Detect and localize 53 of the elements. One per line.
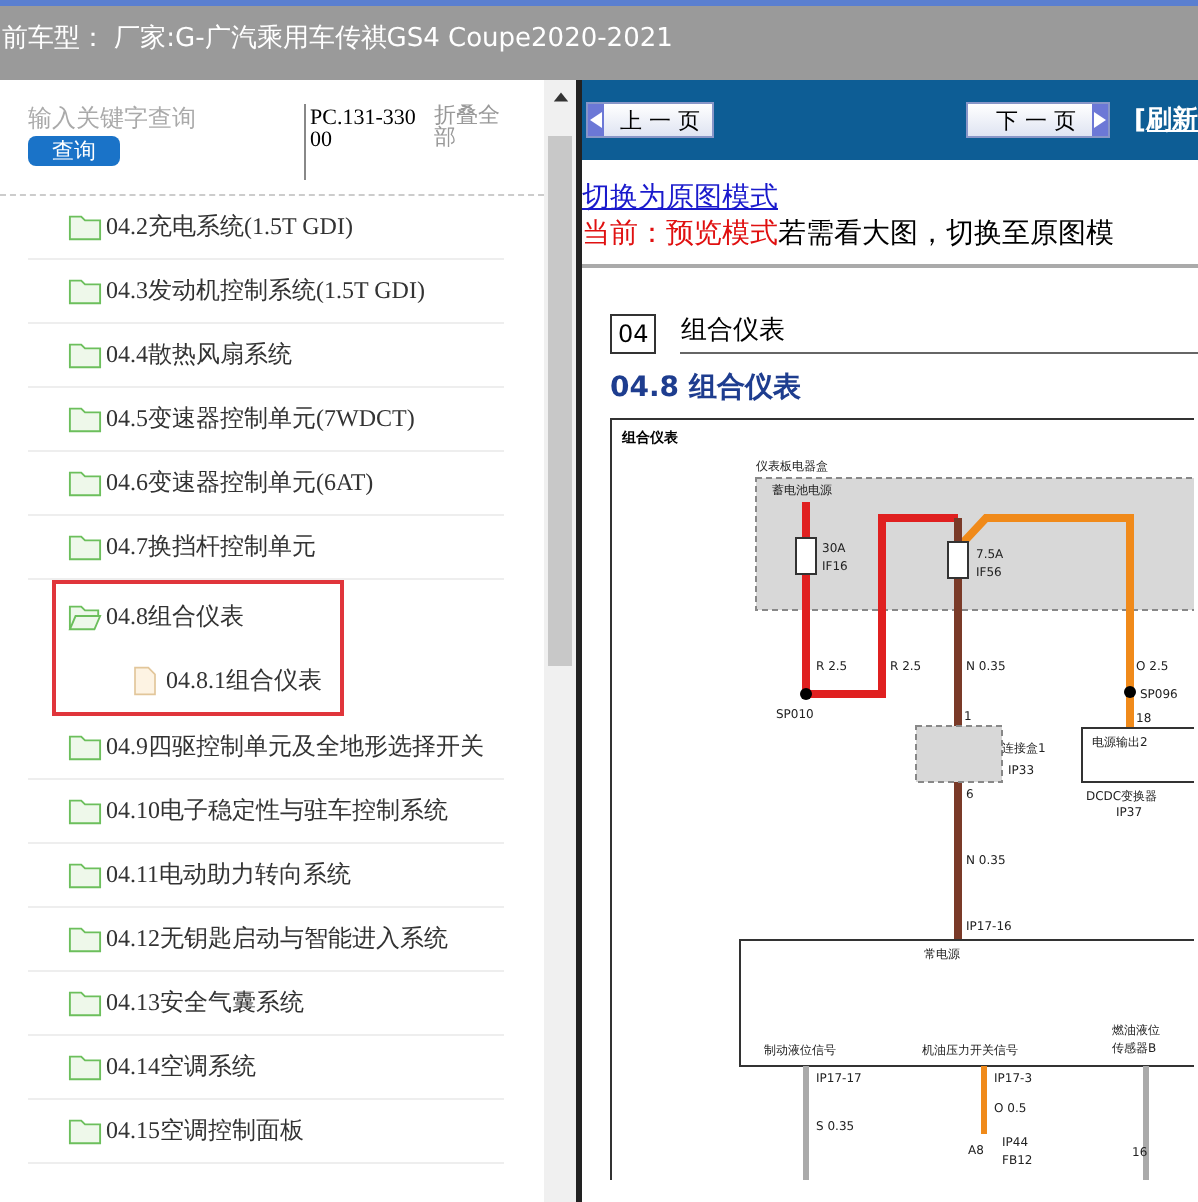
folder-icon [68, 404, 102, 434]
tree-item[interactable]: 04.2充电系统(1.5T GDI) [28, 196, 504, 260]
mode-hint: 若需看大图，切换至原图模 [778, 218, 1114, 250]
tree-item[interactable]: 04.12无钥匙启动与智能进入系统 [28, 908, 504, 972]
tree-item[interactable]: 04.15空调控制面板 [28, 1100, 504, 1164]
tree-item[interactable]: 04.7换挡杆控制单元 [28, 516, 504, 580]
next-page-button[interactable]: 下 一 页 [966, 102, 1111, 138]
folder-icon [68, 796, 102, 826]
wire [981, 1066, 987, 1134]
tree-item[interactable]: 04.9四驱控制单元及全地形选择开关 [28, 716, 504, 780]
code-text: PC.131-33000 [304, 104, 422, 180]
tree-item[interactable]: 04.10电子稳定性与驻车控制系统 [28, 780, 504, 844]
tree-item[interactable]: 04.8.1组合仪表 [56, 648, 340, 712]
scrollbar-thumb[interactable] [548, 136, 572, 666]
folder-icon [68, 468, 102, 498]
folder-icon [68, 212, 102, 242]
folder-icon [68, 860, 102, 890]
splice-point [800, 688, 812, 700]
tree-item[interactable]: 04.3发动机控制系统(1.5T GDI) [28, 260, 504, 324]
scroll-up-icon[interactable] [551, 90, 569, 102]
folder-icon [68, 532, 102, 562]
vehicle-title: 前车型： 厂家:G-广汽乘用车传祺GS4 Coupe2020-2021 [2, 22, 673, 56]
refresh-link[interactable]: [刷新 [1134, 102, 1198, 138]
mode-status: 当前：预览模式 [582, 218, 778, 250]
folder-icon [68, 1052, 102, 1082]
tree-item[interactable]: 04.13安全气囊系统 [28, 972, 504, 1036]
folder-icon [68, 276, 102, 306]
fuse-symbol [795, 537, 817, 575]
original-mode-link[interactable]: 切换为原图模式 [582, 180, 1198, 216]
tree-item[interactable]: 04.14空调系统 [28, 1036, 504, 1100]
folder-icon [68, 732, 102, 762]
search-button[interactable]: 查询 [28, 136, 120, 166]
folder-icon [68, 924, 102, 954]
section-title: 04.8 组合仪表 [610, 370, 803, 406]
tree-item[interactable]: 04.8组合仪表 [56, 584, 340, 648]
document-icon [128, 665, 162, 695]
tree-item[interactable]: 04.11电动助力转向系统 [28, 844, 504, 908]
folder-icon [68, 1116, 102, 1146]
connector-box [915, 725, 1003, 783]
tree-item[interactable]: 04.6变速器控制单元(6AT) [28, 452, 504, 516]
splice-point [1124, 686, 1136, 698]
scrollbar[interactable] [544, 80, 576, 1202]
previous-page-button[interactable]: 上 一 页 [586, 102, 714, 138]
wire [803, 1066, 809, 1180]
fuse-symbol [947, 541, 969, 579]
folder-icon [68, 988, 102, 1018]
tree-item[interactable]: 04.5变速器控制单元(7WDCT) [28, 388, 504, 452]
chapter-number: 04 [610, 314, 657, 354]
chapter-title: 组合仪表 [680, 312, 1198, 354]
tree-item[interactable]: 04.4散热风扇系统 [28, 324, 504, 388]
wire [1143, 1066, 1149, 1180]
open-folder-icon [68, 601, 102, 631]
folder-icon [68, 340, 102, 370]
